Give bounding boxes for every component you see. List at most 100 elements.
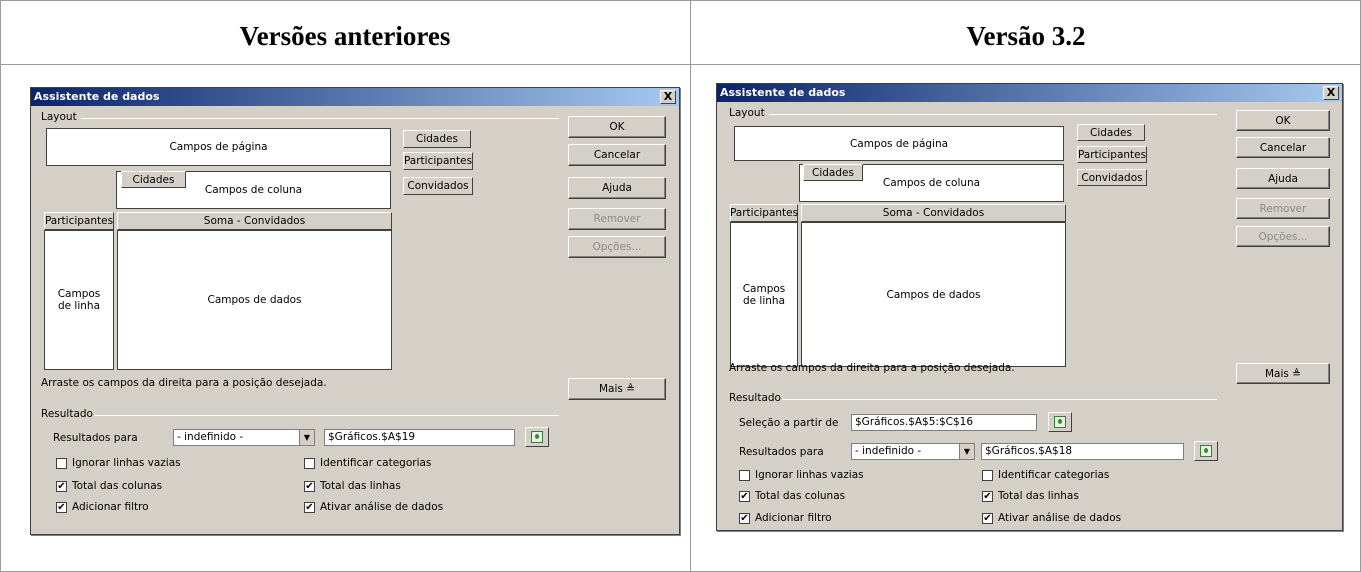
results-to-label: Resultados para — [53, 432, 138, 444]
results-target-input[interactable]: $Gráficos.$A$19 — [324, 429, 515, 446]
row-field-participantes[interactable]: Participantes — [730, 204, 798, 222]
identify-categories-checkbox[interactable]: Identificar categorias — [304, 457, 431, 469]
result-separator — [94, 415, 559, 416]
checkbox-label: Identificar categorias — [320, 457, 432, 469]
add-filter-checkbox[interactable]: ✔ Adicionar filtro — [739, 512, 832, 524]
close-button[interactable]: X — [660, 90, 676, 104]
options-button[interactable]: Opções... — [1236, 226, 1330, 247]
data-fields-label: Campos de dados — [207, 294, 302, 306]
results-to-select[interactable]: - indefinido - ▼ — [173, 429, 315, 446]
column-field-cidades[interactable]: Cidades — [803, 164, 863, 181]
close-button[interactable]: X — [1323, 86, 1339, 100]
checkbox-label: Total das linhas — [320, 480, 401, 492]
check-icon: ✔ — [982, 512, 993, 524]
available-field-participantes[interactable]: Participantes — [403, 152, 473, 170]
layout-section-label: Layout — [729, 107, 765, 119]
cancel-button[interactable]: Cancelar — [1236, 137, 1330, 158]
enable-drill-down-checkbox[interactable]: ✔ Ativar análise de dados — [304, 501, 443, 513]
identify-categories-checkbox[interactable]: Identificar categorias — [982, 469, 1109, 481]
checkbox-label: Adicionar filtro — [72, 501, 149, 513]
cancel-button[interactable]: Cancelar — [568, 144, 666, 166]
check-icon: ✔ — [56, 501, 67, 513]
checkbox-label: Ignorar linhas vazias — [755, 469, 864, 481]
ok-button[interactable]: OK — [568, 116, 666, 138]
check-icon: ✔ — [982, 490, 993, 502]
checkbox-label: Ativar análise de dados — [320, 501, 444, 513]
result-section-label: Resultado — [729, 392, 781, 404]
remove-button[interactable]: Remover — [1236, 198, 1330, 219]
checkbox-box — [56, 457, 67, 469]
row-fields-area[interactable]: Campos de linha — [730, 222, 798, 367]
row-fields-label-1: Campos — [742, 282, 786, 295]
total-rows-checkbox[interactable]: ✔ Total das linhas — [982, 490, 1079, 502]
total-rows-checkbox[interactable]: ✔ Total das linhas — [304, 480, 401, 492]
old-data-pilot-dialog: Assistente de dados X Layout Campos de p… — [30, 87, 680, 535]
data-fields-area[interactable]: Campos de dados — [117, 230, 392, 370]
add-filter-checkbox[interactable]: ✔ Adicionar filtro — [56, 501, 149, 513]
more-button[interactable]: Mais ≜ — [1236, 363, 1330, 384]
checkbox-label: Total das colunas — [72, 480, 163, 492]
ignore-empty-rows-checkbox[interactable]: Ignorar linhas vazias — [56, 457, 181, 469]
enable-drill-down-checkbox[interactable]: ✔ Ativar análise de dados — [982, 512, 1121, 524]
column-field-cidades[interactable]: Cidades — [121, 171, 186, 188]
checkbox-box — [739, 469, 750, 481]
ok-button[interactable]: OK — [1236, 110, 1330, 131]
remove-button[interactable]: Remover — [568, 208, 666, 230]
shrink-icon — [1200, 445, 1212, 457]
checkbox-label: Identificar categorias — [998, 469, 1110, 481]
row-fields-label-1: Campos — [57, 288, 101, 300]
layout-separator — [81, 118, 559, 119]
row-fields-area[interactable]: Campos de linha — [44, 230, 114, 370]
results-to-select[interactable]: - indefinido - ▼ — [851, 443, 975, 460]
ignore-empty-rows-checkbox[interactable]: Ignorar linhas vazias — [739, 469, 864, 481]
available-field-convidados[interactable]: Convidados — [1077, 169, 1147, 186]
available-field-convidados[interactable]: Convidados — [403, 177, 473, 195]
checkbox-label: Ativar análise de dados — [998, 512, 1122, 524]
help-button[interactable]: Ajuda — [568, 177, 666, 199]
right-column-title: Versão 3.2 — [966, 21, 1086, 51]
layout-section-label: Layout — [41, 111, 77, 123]
total-columns-checkbox[interactable]: ✔ Total das colunas — [739, 490, 845, 502]
selection-from-input[interactable]: $Gráficos.$A$5:$C$16 — [851, 414, 1037, 431]
results-target-input[interactable]: $Gráficos.$A$18 — [981, 443, 1184, 460]
row-fields-label-2: de linha — [742, 294, 786, 307]
layout-separator — [769, 114, 1217, 115]
shrink-icon — [1054, 416, 1066, 428]
shrink-button[interactable] — [525, 427, 549, 447]
shrink-button[interactable] — [1048, 412, 1072, 432]
page-fields-area[interactable]: Campos de página — [734, 126, 1064, 161]
options-button[interactable]: Opções... — [568, 236, 666, 258]
data-fields-area[interactable]: Campos de dados — [801, 222, 1066, 367]
check-icon: ✔ — [304, 501, 315, 513]
result-section-label: Resultado — [41, 408, 93, 420]
dropdown-arrow-icon[interactable]: ▼ — [299, 430, 314, 445]
available-field-cidades[interactable]: Cidades — [1077, 124, 1145, 141]
page-fields-area[interactable]: Campos de página — [46, 128, 391, 166]
row-fields-label-2: de linha — [57, 300, 101, 312]
more-button[interactable]: Mais ≜ — [568, 378, 666, 400]
total-columns-checkbox[interactable]: ✔ Total das colunas — [56, 480, 162, 492]
available-field-cidades[interactable]: Cidades — [403, 130, 471, 148]
help-button[interactable]: Ajuda — [1236, 168, 1330, 189]
page-fields-label: Campos de página — [169, 141, 268, 153]
data-field-soma-convidados[interactable]: Soma - Convidados — [801, 204, 1066, 222]
checkbox-box — [304, 457, 315, 469]
checkbox-label: Total das linhas — [998, 490, 1079, 502]
results-to-selected: - indefinido - — [177, 431, 244, 443]
drag-hint: Arraste os campos da direita para a posi… — [41, 377, 327, 389]
column-fields-label: Campos de coluna — [882, 177, 981, 189]
check-icon: ✔ — [739, 490, 750, 502]
available-field-participantes[interactable]: Participantes — [1077, 146, 1147, 163]
dialog-title: Assistente de dados — [34, 90, 160, 103]
row-field-participantes[interactable]: Participantes — [44, 212, 114, 230]
dialog-title: Assistente de dados — [720, 86, 846, 99]
shrink-icon — [531, 431, 543, 443]
checkbox-label: Total das colunas — [755, 490, 846, 502]
dropdown-arrow-icon[interactable]: ▼ — [959, 444, 974, 459]
checkbox-box — [982, 469, 993, 481]
check-icon: ✔ — [56, 480, 67, 492]
data-field-soma-convidados[interactable]: Soma - Convidados — [117, 212, 392, 230]
check-icon: ✔ — [739, 512, 750, 524]
shrink-button[interactable] — [1194, 441, 1218, 461]
column-divider — [690, 0, 691, 572]
